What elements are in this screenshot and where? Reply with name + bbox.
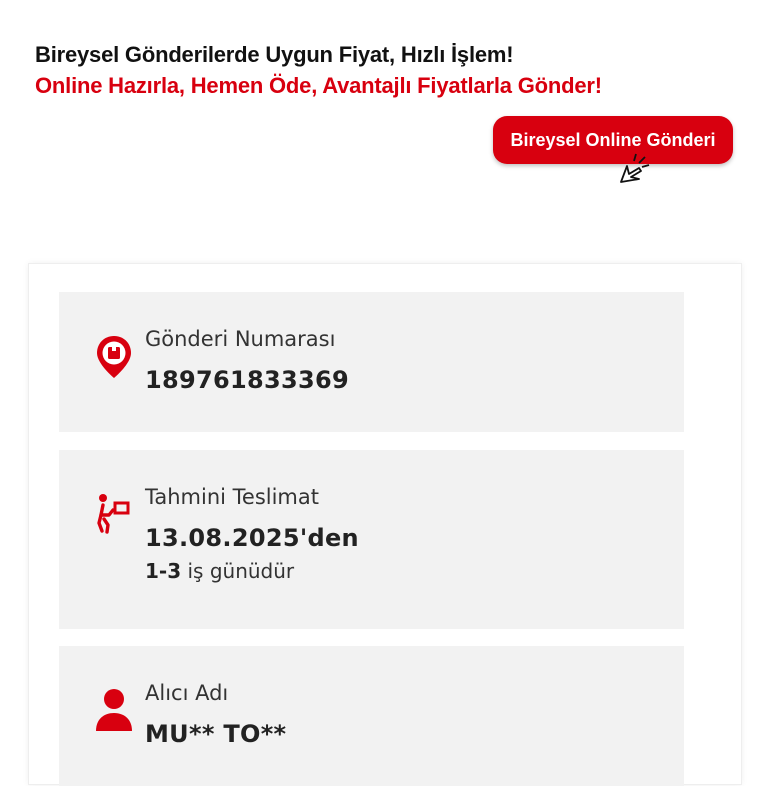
promo-headline: Bireysel Gönderilerde Uygun Fiyat, Hızlı… <box>35 42 514 67</box>
individual-online-shipment-button[interactable]: Bireysel Online Gönderi <box>493 116 733 164</box>
recipient-section <box>59 646 684 786</box>
shipment-number-section <box>59 292 684 432</box>
recipient-name: MU** TO** <box>145 720 287 748</box>
courier-carrying-box-icon <box>97 494 130 534</box>
click-cursor-icon <box>620 153 650 183</box>
person-icon <box>96 689 132 731</box>
delivery-days-suffix: iş günüdür <box>181 559 295 583</box>
location-package-icon <box>97 336 131 378</box>
shipment-number-label: Gönderi Numarası <box>145 327 336 351</box>
promo-subheadline: Online Hazırla, Hemen Öde, Avantajlı Fiy… <box>35 73 602 98</box>
shipment-number-value: 189761833369 <box>145 366 349 394</box>
estimated-delivery-date: 13.08.2025'den <box>145 524 359 552</box>
delivery-duration: 1-3 iş günüdür <box>145 559 294 583</box>
delivery-days: 1-3 <box>145 559 182 583</box>
recipient-label: Alıcı Adı <box>145 681 229 705</box>
promo-banner: Bireysel Gönderilerde Uygun Fiyat, Hızlı… <box>35 42 602 99</box>
estimated-delivery-label: Tahmini Teslimat <box>145 485 319 509</box>
